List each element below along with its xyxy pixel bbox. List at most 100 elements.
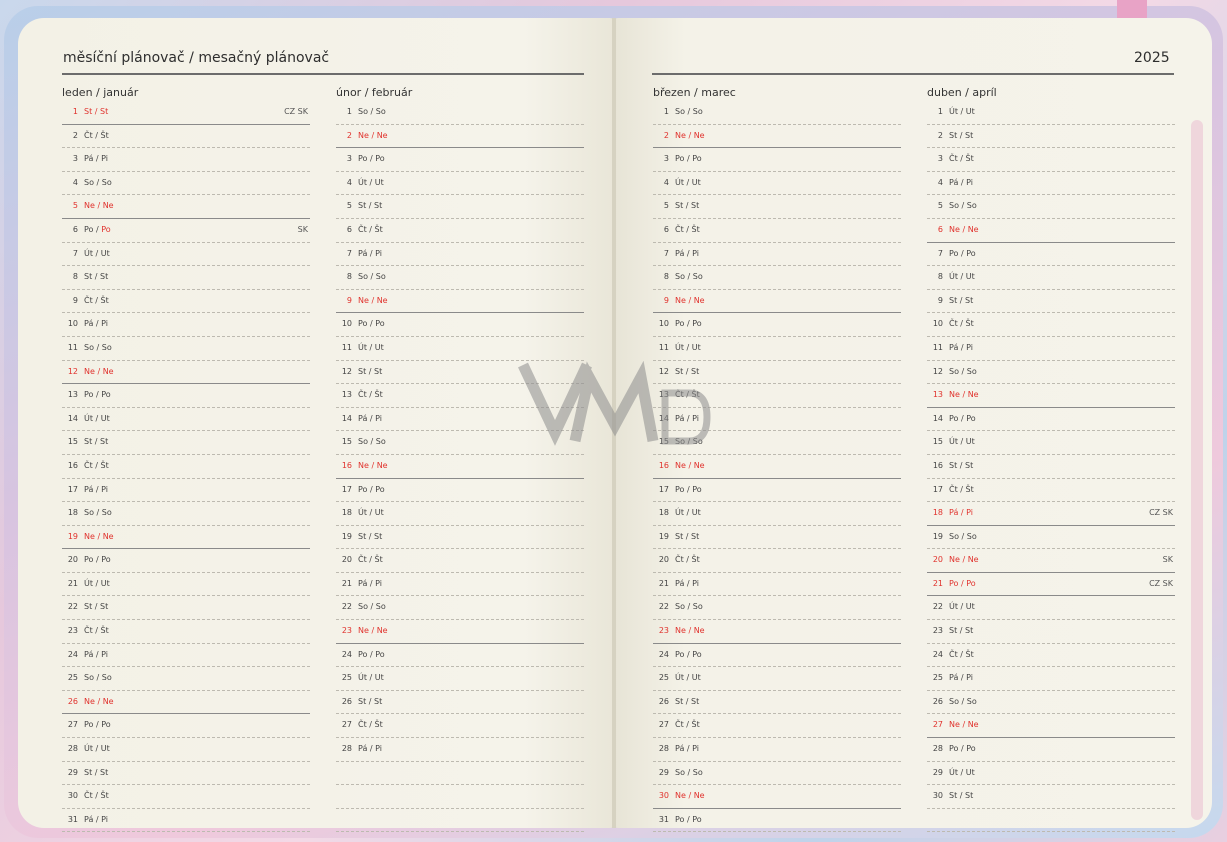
day-row[interactable]: 26 St / St bbox=[336, 691, 584, 715]
day-row[interactable]: 18 So / So bbox=[62, 502, 310, 526]
day-row[interactable]: 21 Pá / Pi bbox=[336, 573, 584, 597]
day-row[interactable]: 7 Po / Po bbox=[927, 243, 1175, 267]
day-row[interactable]: 8 St / St bbox=[62, 266, 310, 290]
day-row[interactable]: 19 Ne / Ne bbox=[62, 526, 310, 550]
day-row[interactable]: 9 Ne / Ne bbox=[653, 290, 901, 314]
day-row[interactable]: 22 So / So bbox=[336, 596, 584, 621]
day-row[interactable]: 17 Po / Po bbox=[653, 479, 901, 503]
day-row[interactable]: 26 Ne / Ne bbox=[62, 691, 310, 715]
day-row[interactable]: 20 Ne / Ne SK bbox=[927, 549, 1175, 573]
day-row[interactable]: 25 Út / Ut bbox=[336, 667, 584, 691]
day-row[interactable]: 29 Út / Ut bbox=[927, 762, 1175, 786]
day-row[interactable]: 30 St / St bbox=[927, 785, 1175, 809]
day-row[interactable]: 5 St / St bbox=[336, 195, 584, 219]
day-row[interactable]: 15 St / St bbox=[62, 431, 310, 455]
day-row[interactable]: 29 St / St bbox=[62, 762, 310, 786]
day-row[interactable]: 16 Čt / Št bbox=[62, 455, 310, 479]
day-row[interactable]: 22 So / So bbox=[653, 596, 901, 621]
day-row[interactable]: 21 Út / Ut bbox=[62, 573, 310, 597]
day-row[interactable]: 2 Ne / Ne bbox=[653, 125, 901, 149]
day-row[interactable]: 6 Čt / Št bbox=[336, 219, 584, 243]
day-row[interactable]: 9 St / St bbox=[927, 290, 1175, 314]
day-row[interactable]: 18 Út / Ut bbox=[336, 502, 584, 526]
day-row[interactable]: 24 Po / Po bbox=[336, 644, 584, 668]
day-row[interactable]: 26 St / St bbox=[653, 691, 901, 715]
day-row[interactable]: 4 So / So bbox=[62, 172, 310, 196]
day-row[interactable]: 28 Út / Ut bbox=[62, 738, 310, 762]
day-row[interactable]: 10 Po / Po bbox=[336, 313, 584, 337]
day-row[interactable]: 24 Po / Po bbox=[653, 644, 901, 668]
day-row[interactable]: 6 Po / Po SK bbox=[62, 219, 310, 243]
day-row[interactable]: 22 Út / Ut bbox=[927, 596, 1175, 621]
day-row[interactable]: 22 St / St bbox=[62, 596, 310, 621]
day-row[interactable]: 12 So / So bbox=[927, 361, 1175, 385]
day-row[interactable]: 16 St / St bbox=[927, 455, 1175, 479]
day-row[interactable]: 7 Pá / Pi bbox=[653, 243, 901, 267]
day-row[interactable]: 19 So / So bbox=[927, 526, 1175, 550]
day-row[interactable]: 8 Út / Ut bbox=[927, 266, 1175, 290]
day-row[interactable]: 4 Pá / Pi bbox=[927, 172, 1175, 196]
day-row[interactable]: 24 Pá / Pi bbox=[62, 644, 310, 668]
day-row[interactable]: 31 Pá / Pi bbox=[62, 809, 310, 833]
day-row[interactable]: 23 Čt / Št bbox=[62, 620, 310, 644]
day-row[interactable]: 11 So / So bbox=[62, 337, 310, 361]
day-row[interactable]: 20 Po / Po bbox=[62, 549, 310, 573]
day-row[interactable]: 4 Út / Ut bbox=[336, 172, 584, 196]
day-row[interactable]: 21 Po / Po CZ SK bbox=[927, 573, 1175, 597]
day-row[interactable]: 30 Ne / Ne bbox=[653, 785, 901, 809]
day-row[interactable]: 12 Ne / Ne bbox=[62, 361, 310, 385]
day-row[interactable]: 10 Čt / Št bbox=[927, 313, 1175, 337]
day-row[interactable]: 23 Ne / Ne bbox=[336, 620, 584, 644]
day-row[interactable]: 27 Po / Po bbox=[62, 714, 310, 739]
day-row[interactable]: 1 So / So bbox=[336, 101, 584, 125]
day-row[interactable]: 11 Pá / Pi bbox=[927, 337, 1175, 361]
day-row[interactable]: 25 Út / Ut bbox=[653, 667, 901, 691]
day-row[interactable]: 3 Po / Po bbox=[653, 148, 901, 172]
day-row[interactable]: 3 Čt / Št bbox=[927, 148, 1175, 172]
day-row[interactable]: 8 So / So bbox=[653, 266, 901, 290]
day-row[interactable]: 21 Pá / Pi bbox=[653, 573, 901, 597]
day-row[interactable]: 17 Pá / Pi bbox=[62, 479, 310, 503]
day-row[interactable]: 1 So / So bbox=[653, 101, 901, 125]
day-row[interactable]: 28 Pá / Pi bbox=[336, 738, 584, 762]
day-row[interactable]: 17 Čt / Št bbox=[927, 479, 1175, 503]
day-row[interactable]: 19 St / St bbox=[336, 526, 584, 550]
day-row[interactable]: 17 Po / Po bbox=[336, 479, 584, 503]
day-row[interactable]: 6 Čt / Št bbox=[653, 219, 901, 243]
day-row[interactable]: 23 St / St bbox=[927, 620, 1175, 644]
day-row[interactable]: 18 Pá / Pi CZ SK bbox=[927, 502, 1175, 526]
day-row[interactable]: 28 Pá / Pi bbox=[653, 738, 901, 762]
day-row[interactable]: 5 St / St bbox=[653, 195, 901, 219]
day-row[interactable]: 24 Čt / Št bbox=[927, 644, 1175, 668]
day-row[interactable]: 7 Út / Ut bbox=[62, 243, 310, 267]
day-row[interactable]: 1 St / St CZ SK bbox=[62, 101, 310, 125]
day-row[interactable]: 4 Út / Ut bbox=[653, 172, 901, 196]
day-row[interactable]: 19 St / St bbox=[653, 526, 901, 550]
day-row[interactable]: 31 Po / Po bbox=[653, 809, 901, 833]
day-row[interactable]: 1 Út / Ut bbox=[927, 101, 1175, 125]
day-row[interactable]: 7 Pá / Pi bbox=[336, 243, 584, 267]
day-row[interactable]: 26 So / So bbox=[927, 691, 1175, 715]
day-row[interactable]: 27 Ne / Ne bbox=[927, 714, 1175, 739]
day-row[interactable]: 15 Út / Ut bbox=[927, 431, 1175, 455]
day-row[interactable]: 27 Čt / Št bbox=[653, 714, 901, 739]
day-row[interactable]: 18 Út / Ut bbox=[653, 502, 901, 526]
day-row[interactable]: 28 Po / Po bbox=[927, 738, 1175, 762]
day-row[interactable]: 10 Pá / Pi bbox=[62, 313, 310, 337]
day-row[interactable]: 30 Čt / Št bbox=[62, 785, 310, 809]
day-row[interactable]: 29 So / So bbox=[653, 762, 901, 786]
day-row[interactable]: 20 Čt / Št bbox=[336, 549, 584, 573]
day-row[interactable]: 9 Čt / Št bbox=[62, 290, 310, 314]
day-row[interactable]: 3 Pá / Pi bbox=[62, 148, 310, 172]
day-row[interactable]: 6 Ne / Ne bbox=[927, 219, 1175, 243]
day-row[interactable]: 8 So / So bbox=[336, 266, 584, 290]
day-row[interactable]: 9 Ne / Ne bbox=[336, 290, 584, 314]
day-row[interactable]: 23 Ne / Ne bbox=[653, 620, 901, 644]
day-row[interactable]: 2 St / St bbox=[927, 125, 1175, 149]
day-row[interactable]: 2 Ne / Ne bbox=[336, 125, 584, 149]
day-row[interactable]: 5 Ne / Ne bbox=[62, 195, 310, 219]
day-row[interactable]: 25 So / So bbox=[62, 667, 310, 691]
day-row[interactable]: 20 Čt / Št bbox=[653, 549, 901, 573]
day-row[interactable]: 3 Po / Po bbox=[336, 148, 584, 172]
day-row[interactable]: 14 Po / Po bbox=[927, 408, 1175, 432]
